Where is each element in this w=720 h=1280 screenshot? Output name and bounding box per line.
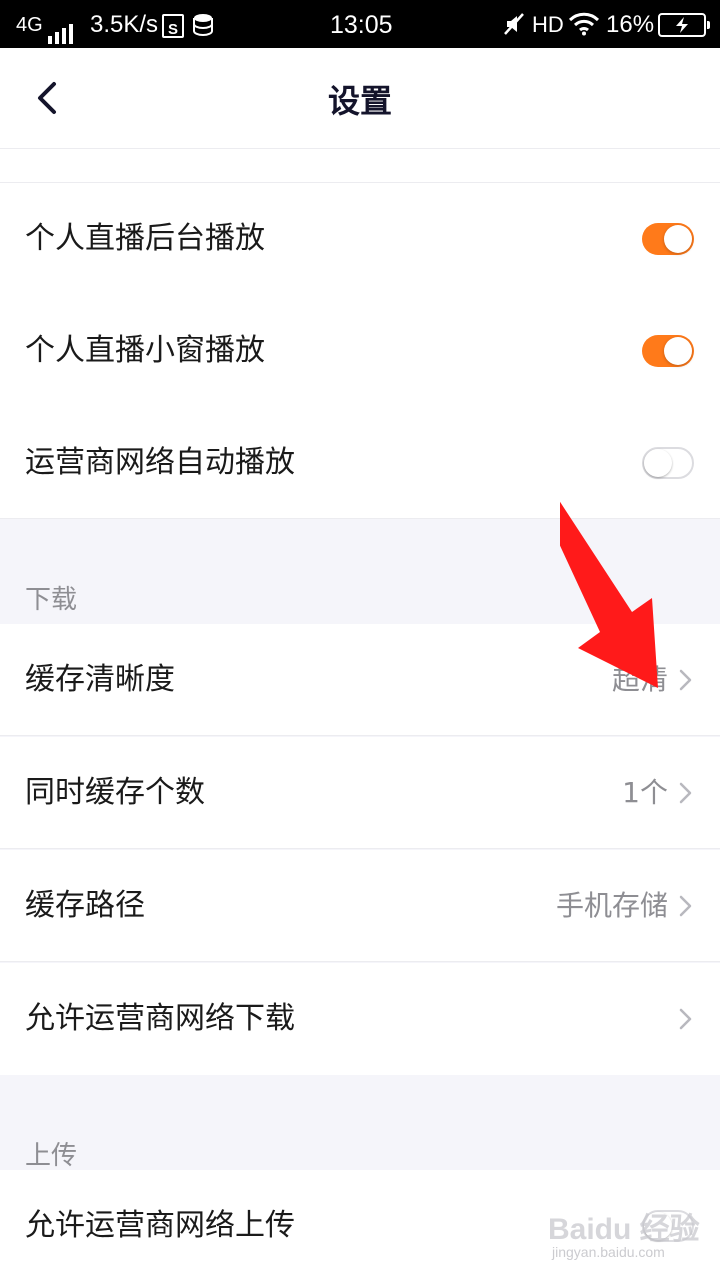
list-top-spacer	[0, 149, 720, 183]
signal-icon	[48, 16, 76, 44]
section-title-upload: 上传	[25, 1141, 78, 1171]
chevron-right-icon	[679, 1008, 692, 1030]
battery-percent: 16%	[606, 11, 655, 38]
row-label: 个人直播小窗播放	[25, 333, 265, 368]
row-concurrent-cache-count[interactable]: 同时缓存个数 1个	[0, 737, 720, 849]
nav-bar: 设置	[0, 48, 720, 149]
row-label: 运营商网络自动播放	[25, 445, 295, 480]
row-label: 同时缓存个数	[25, 775, 205, 810]
clock: 13:05	[330, 11, 393, 39]
section-title-download: 下载	[25, 585, 78, 615]
row-value: 手机存储	[555, 889, 668, 922]
status-bar: 4G 3.5K/s S 13:05 HD 16%	[0, 0, 720, 48]
watermark-logo: Baidu 经验	[548, 1213, 700, 1246]
annotation-arrow-icon	[560, 501, 658, 688]
row-live-pip-play: 个人直播小窗播放	[0, 295, 720, 407]
row-cache-path[interactable]: 缓存路径 手机存储	[0, 850, 720, 962]
network-speed: 3.5K/s	[90, 11, 159, 38]
divider	[0, 735, 720, 736]
row-carrier-download[interactable]: 允许运营商网络下载	[0, 963, 720, 1075]
page-title: 设置	[327, 82, 392, 120]
chevron-right-icon	[679, 782, 692, 804]
toggle-live-pip-play[interactable]	[642, 335, 694, 367]
toggle-knob	[664, 225, 692, 253]
baidu-jingyan-watermark: Baidu 经验 jingyan.baidu.com	[548, 1204, 708, 1268]
row-label: 个人直播后台播放	[25, 221, 265, 256]
row-label: 缓存路径	[25, 888, 145, 923]
row-label: 允许运营商网络下载	[25, 1001, 295, 1036]
hd-indicator: HD	[532, 12, 564, 37]
toggle-knob	[664, 337, 692, 365]
network-type: 4G	[16, 14, 43, 36]
row-live-background-play: 个人直播后台播放	[0, 183, 720, 295]
sim-badge-icon: S	[162, 14, 184, 38]
settings-screen: 4G 3.5K/s S 13:05 HD 16% 设置 个人直播后台播放 个人直…	[0, 0, 720, 1280]
wifi-icon	[568, 12, 600, 43]
section-upload: 上传	[0, 1075, 720, 1171]
database-icon	[192, 13, 214, 44]
watermark-url: jingyan.baidu.com	[552, 1244, 665, 1260]
mute-icon	[504, 12, 524, 43]
divider	[0, 961, 720, 962]
chevron-right-icon	[679, 895, 692, 917]
toggle-live-background-play[interactable]	[642, 223, 694, 255]
divider	[0, 848, 720, 849]
row-label: 允许运营商网络上传	[25, 1208, 295, 1243]
battery-icon	[658, 13, 710, 37]
row-value: 1个	[622, 776, 668, 809]
row-label: 缓存清晰度	[25, 662, 175, 697]
